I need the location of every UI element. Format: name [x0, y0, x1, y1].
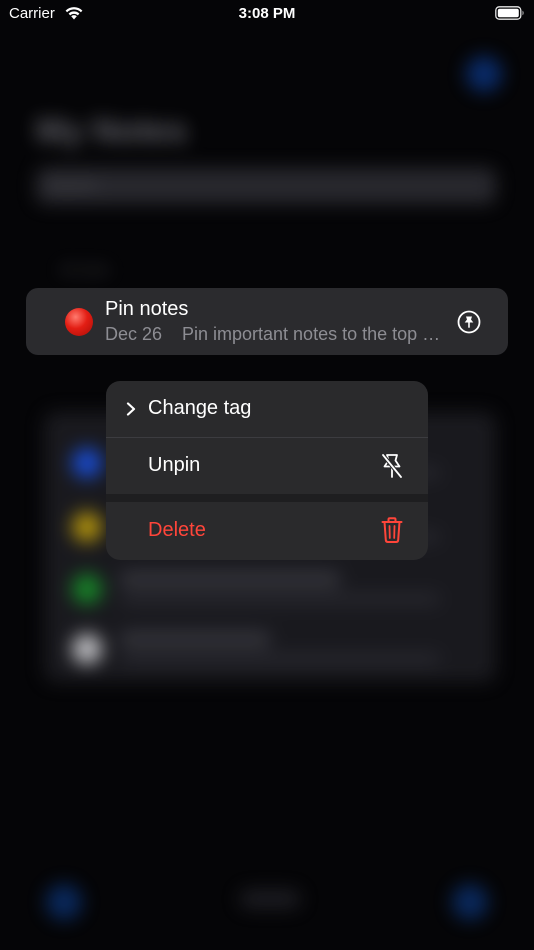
search-field: Search: [36, 168, 496, 204]
delete-menu-item[interactable]: Delete: [106, 502, 428, 560]
tag-dot-icon: [72, 512, 102, 542]
delete-label: Delete: [148, 519, 206, 541]
status-bar: Carrier 3:08 PM: [0, 0, 534, 30]
search-placeholder: Search: [46, 177, 97, 194]
tag-dot-icon: [72, 574, 102, 604]
unpin-label: Unpin: [148, 454, 201, 476]
note-date: Dec 26: [105, 324, 163, 344]
trash-icon: [380, 516, 404, 544]
tab-left-icon: [46, 884, 82, 920]
pin-slash-icon: [380, 452, 404, 480]
tab-right-icon: [452, 884, 488, 920]
list-item-preview: [120, 654, 440, 664]
tag-dot-icon: [65, 308, 93, 336]
page-title: My Notes: [36, 112, 188, 150]
menu-section-divider: [106, 494, 428, 502]
context-menu: Change tag Unpin Delete: [106, 381, 428, 560]
unpin-menu-item[interactable]: Unpin: [106, 438, 428, 494]
list-item-title: [120, 632, 270, 646]
tag-dot-icon: [72, 448, 102, 478]
compose-button: [466, 56, 502, 92]
list-item-title: [120, 572, 340, 586]
pin-icon: [457, 310, 481, 334]
note-card[interactable]: Pin notes Dec 26 Pin important notes to …: [26, 288, 508, 355]
note-preview: Pin important notes to the top of the li…: [182, 324, 442, 344]
list-item-preview: [120, 594, 440, 604]
section-header: All notes: [60, 262, 110, 277]
clock: 3:08 PM: [238, 5, 296, 22]
list-item: [44, 618, 496, 678]
tag-dot-icon: [72, 634, 102, 664]
battery-icon: [495, 6, 525, 24]
screen: My Notes Search All notes Carrier 3:08 P…: [0, 0, 534, 950]
chevron-right-icon: [126, 402, 136, 416]
change-tag-menu-item[interactable]: Change tag: [106, 381, 428, 437]
tab-center: [240, 890, 300, 908]
list-item: [44, 558, 496, 618]
note-title: Pin notes: [105, 298, 189, 320]
change-tag-label: Change tag: [148, 397, 252, 419]
